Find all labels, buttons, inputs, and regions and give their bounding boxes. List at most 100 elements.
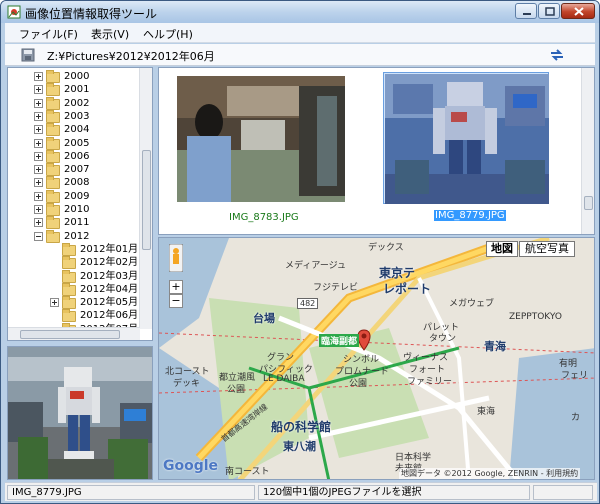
street-view-pegman-icon[interactable] [169, 244, 183, 272]
tree-item-label: 2010 [64, 204, 90, 215]
tree-item[interactable]: 2002 [8, 96, 138, 110]
tree-item-label: 2005 [64, 137, 90, 149]
map-label-south-coast: 南コースト [225, 467, 270, 477]
tree-item-label: 2007 [64, 164, 90, 176]
tree-item[interactable]: 2010 [8, 203, 138, 216]
tree-item-label: 2006 [64, 150, 90, 162]
map-view[interactable]: 地図 航空写真 + − デックス メディアージュ 東京テ レポート フジテレビ … [158, 237, 595, 480]
tree-item[interactable]: 2003 [8, 109, 138, 123]
status-filename: IMG_8779.JPG [7, 485, 255, 500]
expand-icon[interactable] [34, 218, 43, 228]
tree-hscroll-thumb[interactable] [20, 330, 120, 339]
status-extra [533, 485, 593, 500]
expand-icon[interactable] [34, 205, 43, 214]
tree-item-label: 2012年06月 [80, 310, 139, 322]
app-window: 画像位置情報取得ツール ファイル(F) 表示(V) ヘルプ(H) Z:¥Pict… [0, 0, 600, 504]
expand-icon[interactable] [34, 151, 43, 161]
tree-item[interactable]: 2007 [8, 163, 138, 177]
tree-item-label: 2011 [64, 217, 90, 229]
tree-item[interactable]: 2011 [8, 216, 138, 230]
zoom-out-button[interactable]: − [169, 294, 183, 308]
folder-icon [46, 149, 60, 163]
expand-icon[interactable] [34, 191, 43, 201]
tree-item[interactable]: 2012年05月 [8, 296, 138, 310]
tree-item[interactable]: 2001 [8, 83, 138, 97]
thumbnail-item-0[interactable]: IMG_8783.JPG [177, 76, 345, 223]
tree-item[interactable]: 2005 [8, 136, 138, 150]
map-attribution[interactable]: 地図データ ©2012 Google, ZENRIN - 利用規約 [399, 468, 581, 479]
menu-bar: ファイル(F) 表示(V) ヘルプ(H) [5, 23, 595, 43]
tree-item[interactable]: 2009 [8, 189, 138, 203]
expand-icon[interactable] [34, 111, 43, 121]
menu-file[interactable]: ファイル(F) [19, 26, 78, 42]
folder-icon [46, 189, 60, 203]
tree-item[interactable]: 2004 [8, 123, 138, 137]
tree-item[interactable]: 2012年04月 [8, 282, 139, 296]
folder-icon [46, 176, 60, 190]
tree-item[interactable]: 2012年03月 [8, 269, 138, 283]
tree-item[interactable]: 2000 [8, 70, 138, 83]
expand-icon[interactable] [34, 178, 43, 188]
folder-tree[interactable]: 2000 2001 2002 2003 2004 2005 2006 2007 2008 2009… [7, 67, 153, 341]
title-bar[interactable]: 画像位置情報取得ツール [1, 1, 599, 23]
map-label-town: タウン [429, 334, 457, 344]
thumbnail-label-0: IMG_8783.JPG [229, 212, 299, 223]
folder-icon [62, 269, 76, 283]
tree-vertical-scrollbar[interactable] [139, 68, 152, 329]
tree-item-label: 2012年01月 [80, 243, 139, 255]
map-label-daiba: 台場 [253, 312, 275, 325]
maximize-button[interactable] [538, 3, 560, 19]
menu-view[interactable]: 表示(V) [91, 26, 129, 42]
map-label-higashi8: 東八潮 [283, 440, 316, 453]
tree-horizontal-scrollbar[interactable] [8, 327, 140, 340]
tree-item-label: 2004 [64, 124, 90, 136]
tree-vscroll-thumb[interactable] [142, 150, 151, 250]
tree-item[interactable]: 2012年01月 [8, 242, 139, 256]
folder-icon [46, 70, 60, 83]
folder-icon [62, 256, 76, 270]
menu-help[interactable]: ヘルプ(H) [143, 26, 193, 42]
window-title: 画像位置情報取得ツール [25, 7, 158, 21]
thumbnail-vscroll-thumb[interactable] [584, 196, 593, 210]
folder-icon [46, 96, 60, 110]
expand-icon[interactable] [34, 98, 43, 108]
expand-icon[interactable] [50, 298, 59, 308]
collapse-icon[interactable] [34, 231, 43, 241]
app-icon [7, 5, 21, 19]
expand-icon[interactable] [34, 85, 43, 95]
thumbnail-view[interactable]: IMG_8783.JPG IMG_8779.JPG [158, 67, 595, 235]
map-label-aomi: 青海 [484, 340, 506, 353]
expand-icon[interactable] [34, 72, 43, 81]
tree-item[interactable]: 2012年02月 [8, 256, 138, 270]
map-type-satellite-button[interactable]: 航空写真 [519, 241, 575, 257]
map-label-mediage: メディアージュ [285, 261, 347, 271]
tree-item[interactable]: 2008 [8, 176, 138, 190]
folder-icon [46, 229, 60, 243]
expand-icon[interactable] [34, 138, 43, 148]
thumbnail-item-1[interactable]: IMG_8779.JPG [383, 72, 549, 221]
current-path: Z:¥Pictures¥2012¥2012年06月 [47, 50, 215, 63]
folder-icon [46, 163, 60, 177]
thumbnail-vertical-scrollbar[interactable] [581, 68, 594, 234]
tree-item[interactable]: 2006 [8, 149, 138, 163]
tree-item[interactable]: 2012年06月 [8, 309, 139, 323]
map-label-le-daiba: LE DAIBA [263, 374, 305, 384]
map-type-map-button[interactable]: 地図 [486, 241, 518, 257]
thumbnail-image-0 [177, 76, 345, 202]
folder-icon [46, 83, 60, 97]
map-label-report: レポート [383, 282, 432, 296]
folder-icon [62, 282, 76, 296]
zoom-in-button[interactable]: + [169, 280, 183, 294]
status-message: 120個中1個のJPEGファイルを選択 [258, 485, 530, 500]
close-icon [574, 7, 584, 16]
map-label-zepp: ZEPPTOKYO [509, 312, 562, 322]
map-label-rinkai: 臨海副都 [319, 334, 360, 347]
close-button[interactable] [561, 3, 595, 19]
minimize-button[interactable] [515, 3, 537, 19]
expand-icon[interactable] [34, 125, 43, 135]
tree-item-label: 2012年04月 [80, 283, 139, 295]
save-icon[interactable] [21, 48, 35, 62]
tree-item[interactable]: 2012 [8, 229, 138, 243]
refresh-icon[interactable] [548, 47, 566, 63]
expand-icon[interactable] [34, 165, 43, 175]
